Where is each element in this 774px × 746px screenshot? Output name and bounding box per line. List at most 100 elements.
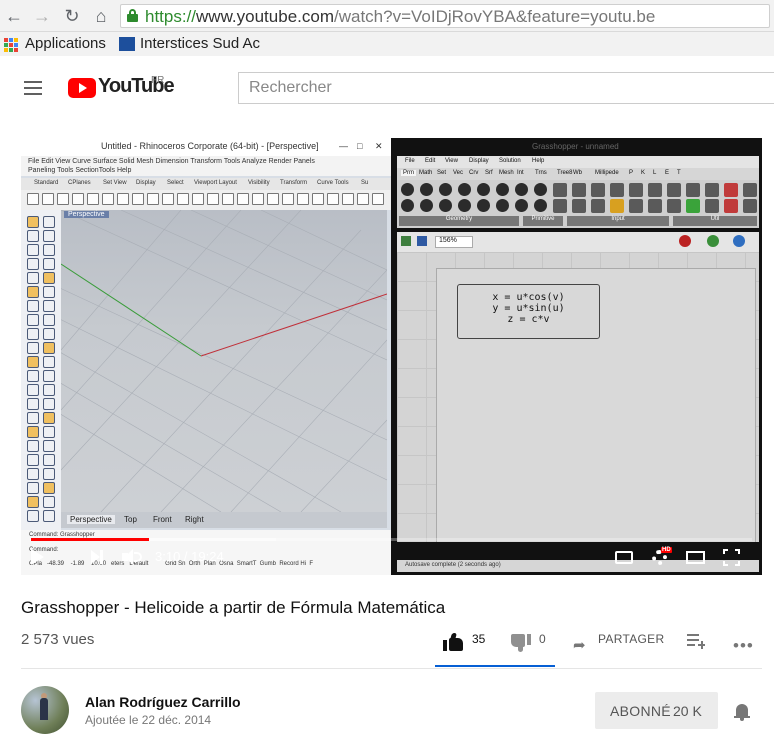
add-to-playlist-icon[interactable] <box>687 633 705 649</box>
gh-tab: Set <box>437 170 447 176</box>
video-player[interactable]: Untitled - Rhinoceros Corporate (64-bit)… <box>21 138 762 575</box>
rhino-command-icon <box>43 272 55 284</box>
rhino-menu-line2: Paneling Tools SectionTools Help <box>28 167 132 174</box>
rhino-tool-icon <box>147 193 159 205</box>
gh-section-label: Geometry <box>399 216 519 226</box>
back-icon[interactable]: ← <box>4 6 24 26</box>
reload-icon[interactable]: ↻ <box>62 6 82 26</box>
like-count[interactable]: 35 <box>472 632 485 646</box>
dislike-icon[interactable] <box>511 634 531 652</box>
address-bar[interactable]: https://www.youtube.com/watch?v=VoIDjRov… <box>120 4 770 28</box>
gh-component-icon <box>496 183 509 196</box>
play-icon[interactable] <box>31 549 44 565</box>
played-bar <box>31 538 149 541</box>
gh-component-icon <box>629 183 643 197</box>
gh-component-icon <box>743 183 757 197</box>
gh-component-icon <box>420 199 433 212</box>
rhino-tab: Standard <box>34 180 59 186</box>
current-time: 3:10 <box>155 549 181 564</box>
gh-tab: E <box>665 170 670 176</box>
theater-mode-icon[interactable] <box>686 551 705 564</box>
gh-menu-item: View <box>445 158 458 164</box>
rhino-command-icon <box>43 216 55 228</box>
rhino-command-icon <box>43 300 55 312</box>
url-text[interactable]: https://www.youtube.com/watch?v=VoIDjRov… <box>145 7 655 27</box>
gh-tab: Crv <box>469 170 479 176</box>
grasshopper-menubar: File Edit View Display Solution Help <box>397 156 759 168</box>
rhino-tool-icon <box>357 193 369 205</box>
secure-lock-icon <box>127 9 138 22</box>
home-icon[interactable]: ⌂ <box>91 6 111 26</box>
gh-tab: Math <box>419 170 433 176</box>
rhino-command-icon <box>43 510 55 522</box>
view-tab: Right <box>185 515 204 524</box>
rhino-tab: Curve Tools <box>317 180 349 186</box>
zoom-level: 156% <box>435 236 473 248</box>
rhino-tool-icon <box>207 193 219 205</box>
preview-icon <box>679 235 691 247</box>
fullscreen-icon[interactable] <box>723 549 740 566</box>
forward-icon[interactable]: → <box>32 6 52 26</box>
time-display: 3:10 / 19:24 <box>155 549 224 564</box>
gh-tab: Wb <box>573 170 582 176</box>
rhino-tool-icon <box>192 193 204 205</box>
rhino-command-icon <box>27 510 39 522</box>
rhino-tool-icon <box>342 193 354 205</box>
rhino-command-icon <box>27 216 39 228</box>
share-button[interactable]: PARTAGER <box>598 632 664 646</box>
rhino-command-icon <box>43 468 55 480</box>
rhino-command-icon <box>43 454 55 466</box>
subscribe-button[interactable]: ABONNÉ 20 K <box>595 692 718 729</box>
bookmark-favicon <box>119 37 135 51</box>
volume-icon[interactable] <box>122 549 142 565</box>
channel-name[interactable]: Alan Rodríguez Carrillo <box>85 694 241 710</box>
gh-component-icon <box>458 183 471 196</box>
sphere-icon <box>733 235 745 247</box>
bookmark-interstices[interactable]: Interstices Sud Ac <box>140 35 260 52</box>
like-ratio-bar <box>435 665 555 667</box>
grasshopper-ribbon: Geometry Primitive Input Util <box>397 180 759 228</box>
rhino-tool-icon <box>282 193 294 205</box>
bookmark-applications[interactable]: Applications <box>25 35 106 52</box>
more-actions-icon[interactable]: ••• <box>733 636 754 656</box>
next-icon[interactable] <box>91 550 103 564</box>
gh-tab: Srf <box>485 170 493 176</box>
gh-component-icon <box>705 183 719 197</box>
gh-menu-item: Edit <box>425 158 436 164</box>
progress-bar[interactable] <box>31 538 752 541</box>
rhino-tool-icon <box>327 193 339 205</box>
rhino-command-icon <box>43 286 55 298</box>
search-placeholder: Rechercher <box>249 79 332 96</box>
save-icon <box>417 236 427 246</box>
search-input[interactable]: Rechercher <box>238 72 774 104</box>
gh-component-icon <box>401 183 414 196</box>
notification-bell-icon[interactable] <box>734 702 750 721</box>
rhino-tab: Select <box>167 180 184 186</box>
rhino-tool-icon <box>252 193 264 205</box>
gh-menu-item: Solution <box>499 158 521 164</box>
viewport-grid <box>61 210 387 512</box>
like-icon[interactable] <box>443 633 463 651</box>
gh-component-icon <box>401 199 414 212</box>
subtitles-icon[interactable] <box>615 551 633 564</box>
gh-component-icon <box>572 183 586 197</box>
channel-avatar[interactable] <box>21 686 69 734</box>
rhino-tool-icon <box>87 193 99 205</box>
subscriber-count: 20 K <box>673 703 702 719</box>
gh-component-icon <box>686 199 700 213</box>
gh-tab: Tree8 <box>557 170 573 176</box>
rhino-command-icon <box>27 412 39 424</box>
gh-component-icon <box>705 199 719 213</box>
rhino-tool-icon <box>27 193 39 205</box>
rhino-command-icon <box>27 440 39 452</box>
youtube-logo-icon[interactable] <box>68 78 96 98</box>
gh-component-icon <box>439 199 452 212</box>
gh-tab: T <box>677 170 681 176</box>
rhino-tool-icon <box>132 193 144 205</box>
rhino-command-icon <box>43 244 55 256</box>
rhino-tool-icon <box>297 193 309 205</box>
rhino-menubar: File Edit View Curve Surface Solid Mesh … <box>21 156 391 176</box>
dislike-count[interactable]: 0 <box>539 632 546 646</box>
menu-icon[interactable] <box>24 81 42 95</box>
share-icon[interactable]: ➦ <box>573 636 586 654</box>
